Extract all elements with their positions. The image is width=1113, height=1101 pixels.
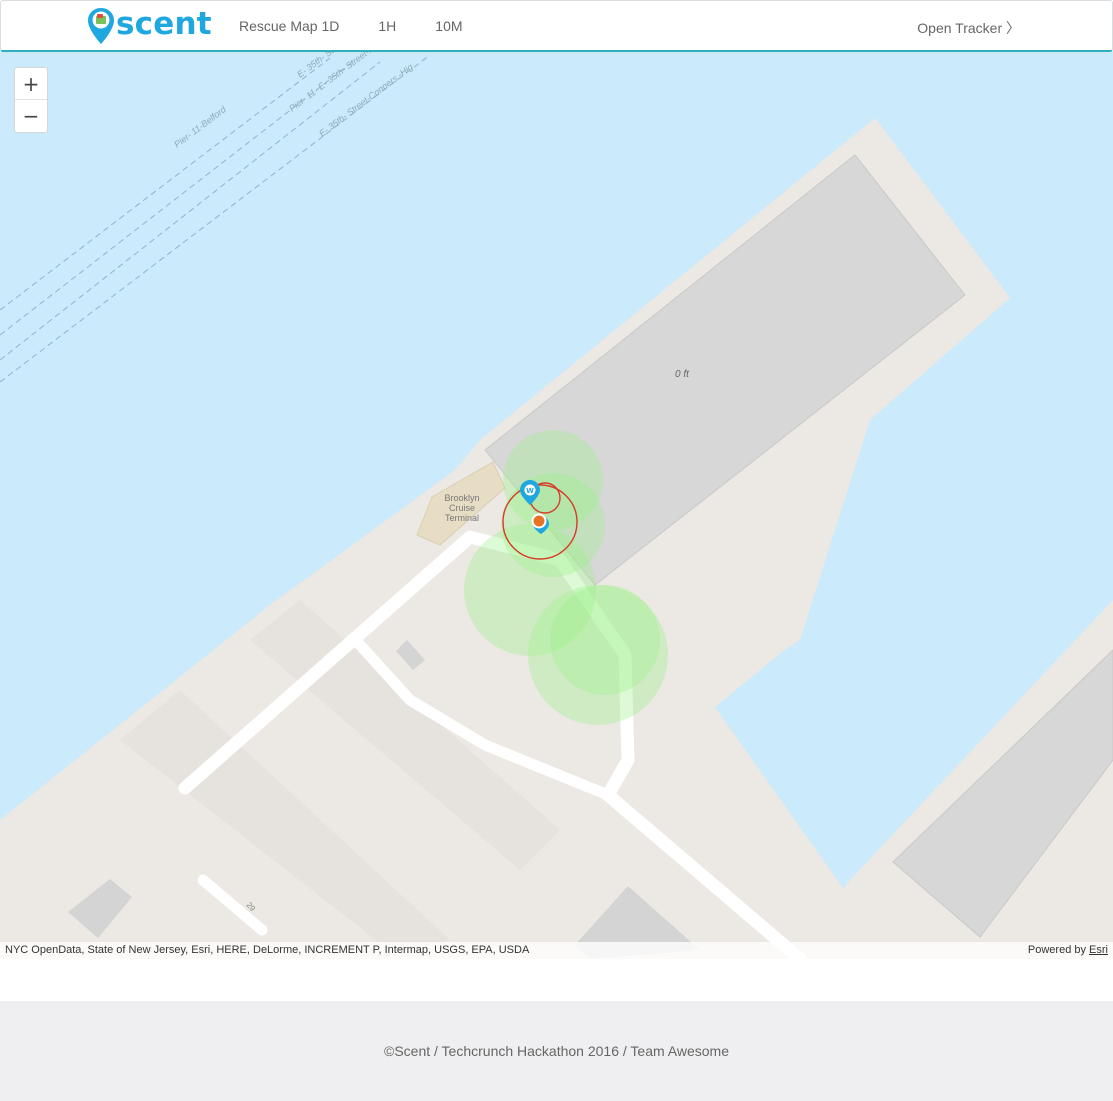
svg-text:Brooklyn: Brooklyn (444, 493, 479, 503)
nav-1h[interactable]: 1H (378, 18, 396, 34)
svg-text:Terminal: Terminal (445, 513, 479, 523)
powered-by-label: Powered by (1027, 944, 1086, 956)
nav-10m[interactable]: 10M (435, 18, 462, 34)
marker-letter: W (526, 487, 534, 495)
esri-link[interactable]: Esri (1089, 944, 1108, 956)
svg-text:Cruise: Cruise (449, 503, 475, 513)
nav-links: Rescue Map 1D 1H 10M (239, 18, 502, 34)
zoom-out-button[interactable]: − (15, 100, 47, 132)
map-canvas: Pier- 11-Belford Pier- 11- E- 35th- Stre… (0, 52, 1113, 959)
terminal-label: Brooklyn Cruise Terminal (444, 493, 479, 523)
location-pin-logo-icon (88, 8, 114, 44)
footer-copyright: ©Scent / Techcrunch Hackathon 2016 / Tea… (384, 1043, 729, 1059)
map-view[interactable]: Pier- 11-Belford Pier- 11- E- 35th- Stre… (0, 52, 1113, 959)
zoom-in-button[interactable]: + (15, 68, 47, 100)
page-footer: ©Scent / Techcrunch Hackathon 2016 / Tea… (0, 1001, 1113, 1101)
label-pier-belford: Pier- 11-Belford (172, 104, 228, 150)
top-navbar: scent Rescue Map 1D 1H 10M Open Tracker … (0, 0, 1113, 52)
elevation-label: 0 ft (675, 369, 690, 380)
attribution-sources: NYC OpenData, State of New Jersey, Esri,… (5, 944, 530, 956)
brand-name: scent (116, 6, 212, 42)
powered-by: Powered by Esri (1028, 944, 1108, 956)
brand-logo[interactable]: scent (87, 6, 212, 45)
zoom-control: + − (14, 67, 48, 133)
nav-rescue-map-1d[interactable]: Rescue Map 1D (239, 18, 339, 34)
map-attribution: NYC OpenData, State of New Jersey, Esri,… (0, 942, 1113, 959)
open-tracker-link[interactable]: Open Tracker 〉 (917, 18, 1020, 38)
